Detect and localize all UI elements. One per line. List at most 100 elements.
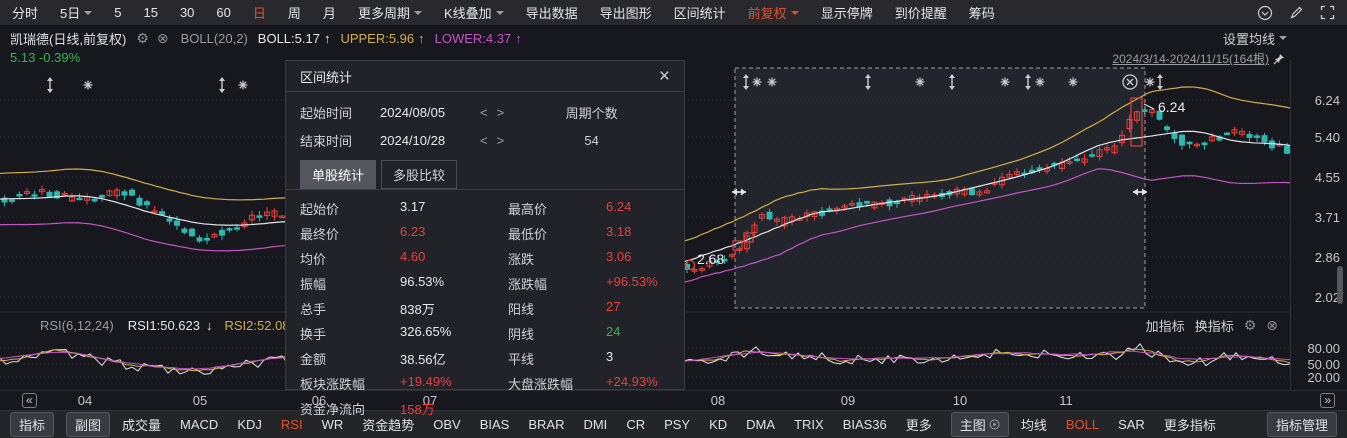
boll-lower-up-arrow: ↑ <box>515 31 522 46</box>
bottom-button-0[interactable]: 指标 <box>10 412 54 437</box>
topbar-item-0[interactable]: 分时 <box>12 3 38 22</box>
switch-indicator-button[interactable]: 换指标 <box>1195 316 1234 335</box>
topbar-item-5[interactable]: 60 <box>216 5 230 20</box>
candle-body <box>160 212 165 215</box>
indicator-item-14[interactable]: TRIX <box>794 417 824 432</box>
candle-body <box>92 199 97 201</box>
refresh-clock-icon[interactable] <box>1257 5 1273 21</box>
stat-value: 326.65% <box>400 324 508 343</box>
rsi-tick: 20.00 <box>1292 370 1340 385</box>
indicator-item-15[interactable]: BIAS36 <box>843 417 887 432</box>
topbar-icons <box>1257 5 1335 21</box>
dialog-tabs: 单股统计 多股比较 <box>286 156 684 190</box>
start-date-next-button[interactable]: > <box>497 105 505 120</box>
time-tick: 05 <box>193 393 207 408</box>
chevron-down-icon <box>84 11 92 15</box>
event-marker-icon <box>241 83 244 86</box>
candle-body <box>77 198 82 200</box>
rsi-close-icon[interactable]: ⊗ <box>1266 317 1278 334</box>
time-tick: 10 <box>953 393 967 408</box>
candle-body <box>895 202 900 204</box>
price-tick: 2.86 <box>1292 250 1340 265</box>
candle-body <box>257 216 262 218</box>
event-marker-icon <box>1038 80 1041 83</box>
tab-single-stock[interactable]: 单股统计 <box>300 160 376 189</box>
topbar-item-14[interactable]: 前复权 <box>748 3 799 22</box>
indicator-item-16[interactable]: 更多 <box>906 415 932 434</box>
ma-settings-button[interactable]: 设置均线 <box>1223 29 1287 48</box>
indicator-item-12[interactable]: KD <box>709 417 727 432</box>
time-tick: 04 <box>78 393 92 408</box>
indicator-item-0[interactable]: 成交量 <box>122 415 161 434</box>
indicator-manage-button[interactable]: 指标管理 <box>1267 412 1337 437</box>
topbar-item-6[interactable]: 日 <box>253 3 266 22</box>
topbar-item-1[interactable]: 5日 <box>60 3 92 22</box>
topbar-item-10[interactable]: K线叠加 <box>444 3 504 22</box>
candle-body <box>1142 110 1147 112</box>
topbar-item-8[interactable]: 月 <box>323 3 336 22</box>
rsi1-value: RSI1:50.623 <box>128 318 200 333</box>
indicator-item-1[interactable]: MACD <box>180 417 218 432</box>
main-indicator-item-2[interactable]: SAR <box>1118 417 1145 432</box>
main-chart-settings-icon <box>989 419 1000 430</box>
stat-value: 838万 <box>400 299 508 318</box>
main-chart-button[interactable]: 主图 <box>951 412 1009 437</box>
statistics-grid: 起始价3.17最高价6.24最终价6.23最低价3.18均价4.60涨跌3.06… <box>286 190 684 427</box>
rsi-settings-gear-icon[interactable]: ⚙ <box>1244 317 1257 334</box>
start-date-prev-button[interactable]: < <box>480 105 488 120</box>
fullscreen-icon[interactable] <box>1320 5 1335 20</box>
scroll-right-button[interactable]: » <box>1320 393 1335 408</box>
symbol-title: 凯瑞德(日线,前复权) <box>10 29 126 48</box>
stat-label <box>508 399 606 418</box>
main-indicator-item-3[interactable]: 更多指标 <box>1164 415 1216 434</box>
topbar-item-2[interactable]: 5 <box>114 5 121 20</box>
candle-body <box>1262 136 1267 142</box>
add-indicator-button[interactable]: 加指标 <box>1146 316 1185 335</box>
topbar-item-15[interactable]: 显示停牌 <box>821 3 873 22</box>
topbar-item-17[interactable]: 筹码 <box>969 3 995 22</box>
candle-body <box>767 212 772 218</box>
candle-body <box>17 194 22 196</box>
topbar-item-16[interactable]: 到价提醒 <box>895 3 947 22</box>
stat-label: 换手 <box>300 324 400 343</box>
tab-multi-stock[interactable]: 多股比较 <box>381 160 457 189</box>
topbar-item-7[interactable]: 周 <box>288 3 301 22</box>
rsi-tick: 80.00 <box>1292 341 1340 356</box>
candle-body <box>1255 136 1260 138</box>
time-tick: 11 <box>1059 393 1073 408</box>
dialog-close-icon[interactable]: × <box>659 67 670 86</box>
indicator-item-2[interactable]: KDJ <box>237 417 262 432</box>
candle-body <box>197 238 202 241</box>
indicator-settings-gear-icon[interactable]: ⚙ <box>136 30 149 47</box>
end-date-value[interactable]: 2024/10/28 <box>380 133 480 148</box>
indicator-close-icon[interactable]: ⊗ <box>157 30 169 47</box>
event-marker-icon <box>1003 80 1006 83</box>
start-date-value[interactable]: 2024/08/05 <box>380 105 480 120</box>
candle-body <box>175 221 180 225</box>
indicator-item-13[interactable]: DMA <box>746 417 775 432</box>
interval-selection-region[interactable] <box>735 68 1145 308</box>
candle-body <box>227 229 232 231</box>
boll-mid-value: BOLL:5.17 <box>258 31 320 46</box>
topbar-items: 分时 5日 5 15 30 60 日 周 月 更多周期 K线叠加 导出数据 导出图形 区间统计 前复权 显示停… <box>12 3 1017 22</box>
topbar-item-11[interactable]: 导出数据 <box>526 3 578 22</box>
vertical-scrollbar[interactable] <box>1337 266 1343 304</box>
end-date-next-button[interactable]: > <box>497 133 505 148</box>
stock-chart-app: 分时 5日 5 15 30 60 日 周 月 更多周期 K线叠加 导出数据 导出图形 区间统计 前复权 显示停… <box>0 0 1347 438</box>
main-indicator-item-0[interactable]: 均线 <box>1021 415 1047 434</box>
candle-body <box>1075 159 1080 161</box>
topbar-item-12[interactable]: 导出图形 <box>600 3 652 22</box>
price-tick: 5.40 <box>1292 130 1340 145</box>
dialog-header: 区间统计 × <box>286 61 684 92</box>
scroll-left-button[interactable]: « <box>22 393 37 408</box>
main-indicator-item-1[interactable]: BOLL <box>1066 417 1099 432</box>
topbar-item-9[interactable]: 更多周期 <box>358 3 422 22</box>
interval-statistics-dialog: 区间统计 × 起始时间 2024/08/05 < > 周期个数 结束时间 202… <box>285 60 685 390</box>
topbar-item-3[interactable]: 15 <box>143 5 157 20</box>
bottom-button-1[interactable]: 副图 <box>66 412 110 437</box>
end-date-prev-button[interactable]: < <box>480 133 488 148</box>
topbar-item-13[interactable]: 区间统计 <box>674 3 726 22</box>
draw-pen-icon[interactable] <box>1289 5 1304 20</box>
topbar-item-4[interactable]: 30 <box>180 5 194 20</box>
stat-label: 阳线 <box>508 299 606 318</box>
